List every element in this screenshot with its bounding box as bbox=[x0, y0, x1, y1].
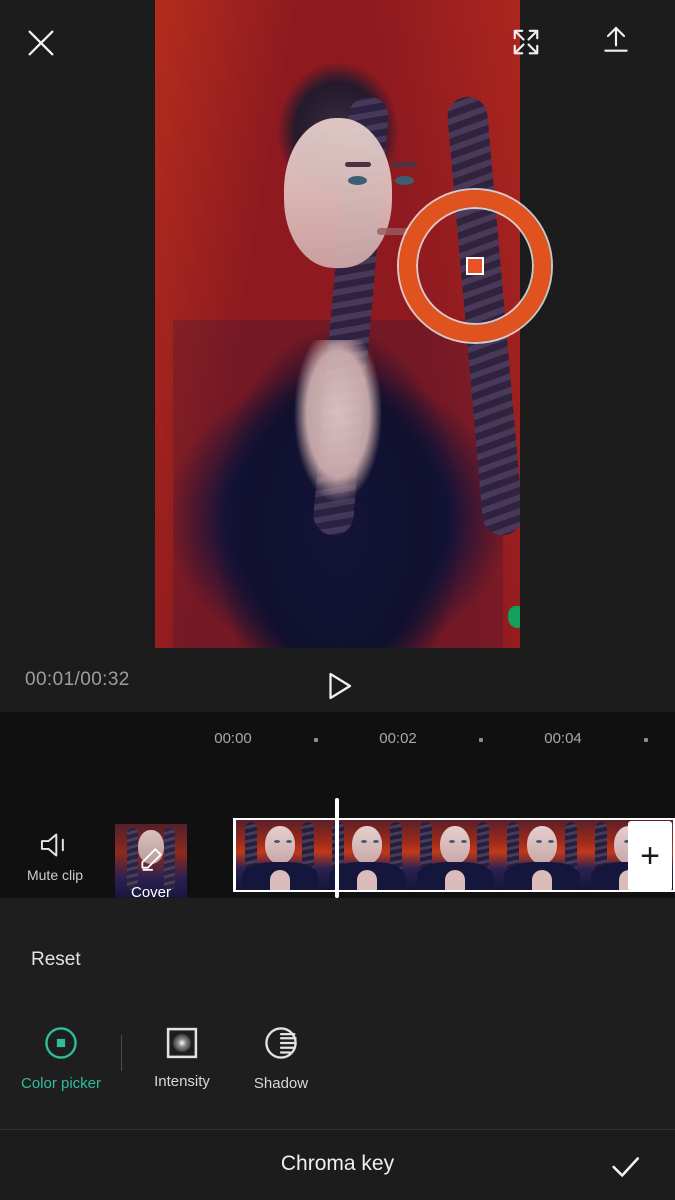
shadow-icon bbox=[265, 1027, 297, 1059]
ruler-tick-label: 00:04 bbox=[544, 730, 582, 747]
tool-divider bbox=[121, 1035, 122, 1071]
tool-intensity-label: Intensity bbox=[154, 1073, 210, 1090]
subject-brow-right bbox=[391, 162, 417, 167]
subject-face bbox=[283, 118, 392, 268]
subject-eye-right bbox=[395, 176, 414, 185]
timecode-label: 00:01/00:32 bbox=[25, 669, 130, 690]
ruler-tick-label: 00:02 bbox=[379, 730, 417, 747]
tool-shadow[interactable]: Shadow bbox=[221, 1024, 341, 1092]
timeline-playhead[interactable] bbox=[335, 798, 339, 898]
play-icon[interactable] bbox=[318, 666, 358, 706]
ruler-tick-dot bbox=[644, 738, 648, 742]
clip-thumbnail-frame bbox=[410, 820, 499, 890]
top-bar bbox=[0, 0, 675, 82]
color-picker-loupe[interactable] bbox=[399, 190, 551, 342]
timeline-ruler[interactable]: 00:00 00:02 00:04 bbox=[0, 712, 675, 758]
tool-shadow-label: Shadow bbox=[253, 1075, 309, 1092]
pencil-edit-icon bbox=[138, 846, 164, 877]
fullscreen-expand-icon[interactable] bbox=[503, 19, 549, 65]
color-picker-sample-square bbox=[466, 257, 484, 275]
subject-eye-left bbox=[348, 176, 367, 185]
subject-brow-left bbox=[345, 162, 371, 167]
cover-thumb-braid-right bbox=[164, 828, 175, 890]
clip-thumbnail-frame bbox=[498, 820, 586, 890]
clip-thumbnail-frame bbox=[236, 820, 324, 890]
ruler-tick-dot bbox=[479, 738, 483, 742]
video-clip-track[interactable]: + bbox=[233, 818, 675, 892]
intensity-icon bbox=[166, 1027, 198, 1059]
screen-title: Chroma key bbox=[280, 1152, 395, 1175]
add-clip-button[interactable]: + bbox=[628, 821, 672, 890]
cover-thumb-braid-left bbox=[127, 828, 138, 890]
cover-label: Cover bbox=[130, 884, 171, 898]
tool-color-picker-label: Color picker bbox=[20, 1075, 102, 1092]
timeline-area[interactable]: 00:00 00:02 00:04 Mute clip Cover + bbox=[0, 712, 675, 898]
mute-clip-label: Mute clip bbox=[26, 867, 84, 883]
ruler-tick-label: 00:00 bbox=[214, 730, 252, 747]
reset-button[interactable]: Reset bbox=[31, 949, 81, 971]
tool-color-picker[interactable]: Color picker bbox=[1, 1024, 121, 1092]
chroma-key-tool-row: Color picker Intensity Shadow bbox=[0, 1024, 675, 1120]
close-icon[interactable] bbox=[18, 20, 64, 66]
ruler-tick-dot bbox=[314, 738, 318, 742]
cover-button[interactable]: Cover bbox=[115, 824, 187, 898]
video-preview-area bbox=[0, 0, 675, 712]
subject-pendant bbox=[508, 606, 520, 628]
check-icon[interactable] bbox=[603, 1145, 647, 1189]
subject-hands bbox=[272, 340, 403, 550]
speaker-icon bbox=[40, 833, 64, 857]
export-upload-icon[interactable] bbox=[593, 17, 639, 63]
color-picker-icon bbox=[45, 1027, 77, 1059]
add-clip-label: + bbox=[640, 837, 660, 875]
mute-clip-button[interactable]: Mute clip bbox=[14, 830, 96, 898]
